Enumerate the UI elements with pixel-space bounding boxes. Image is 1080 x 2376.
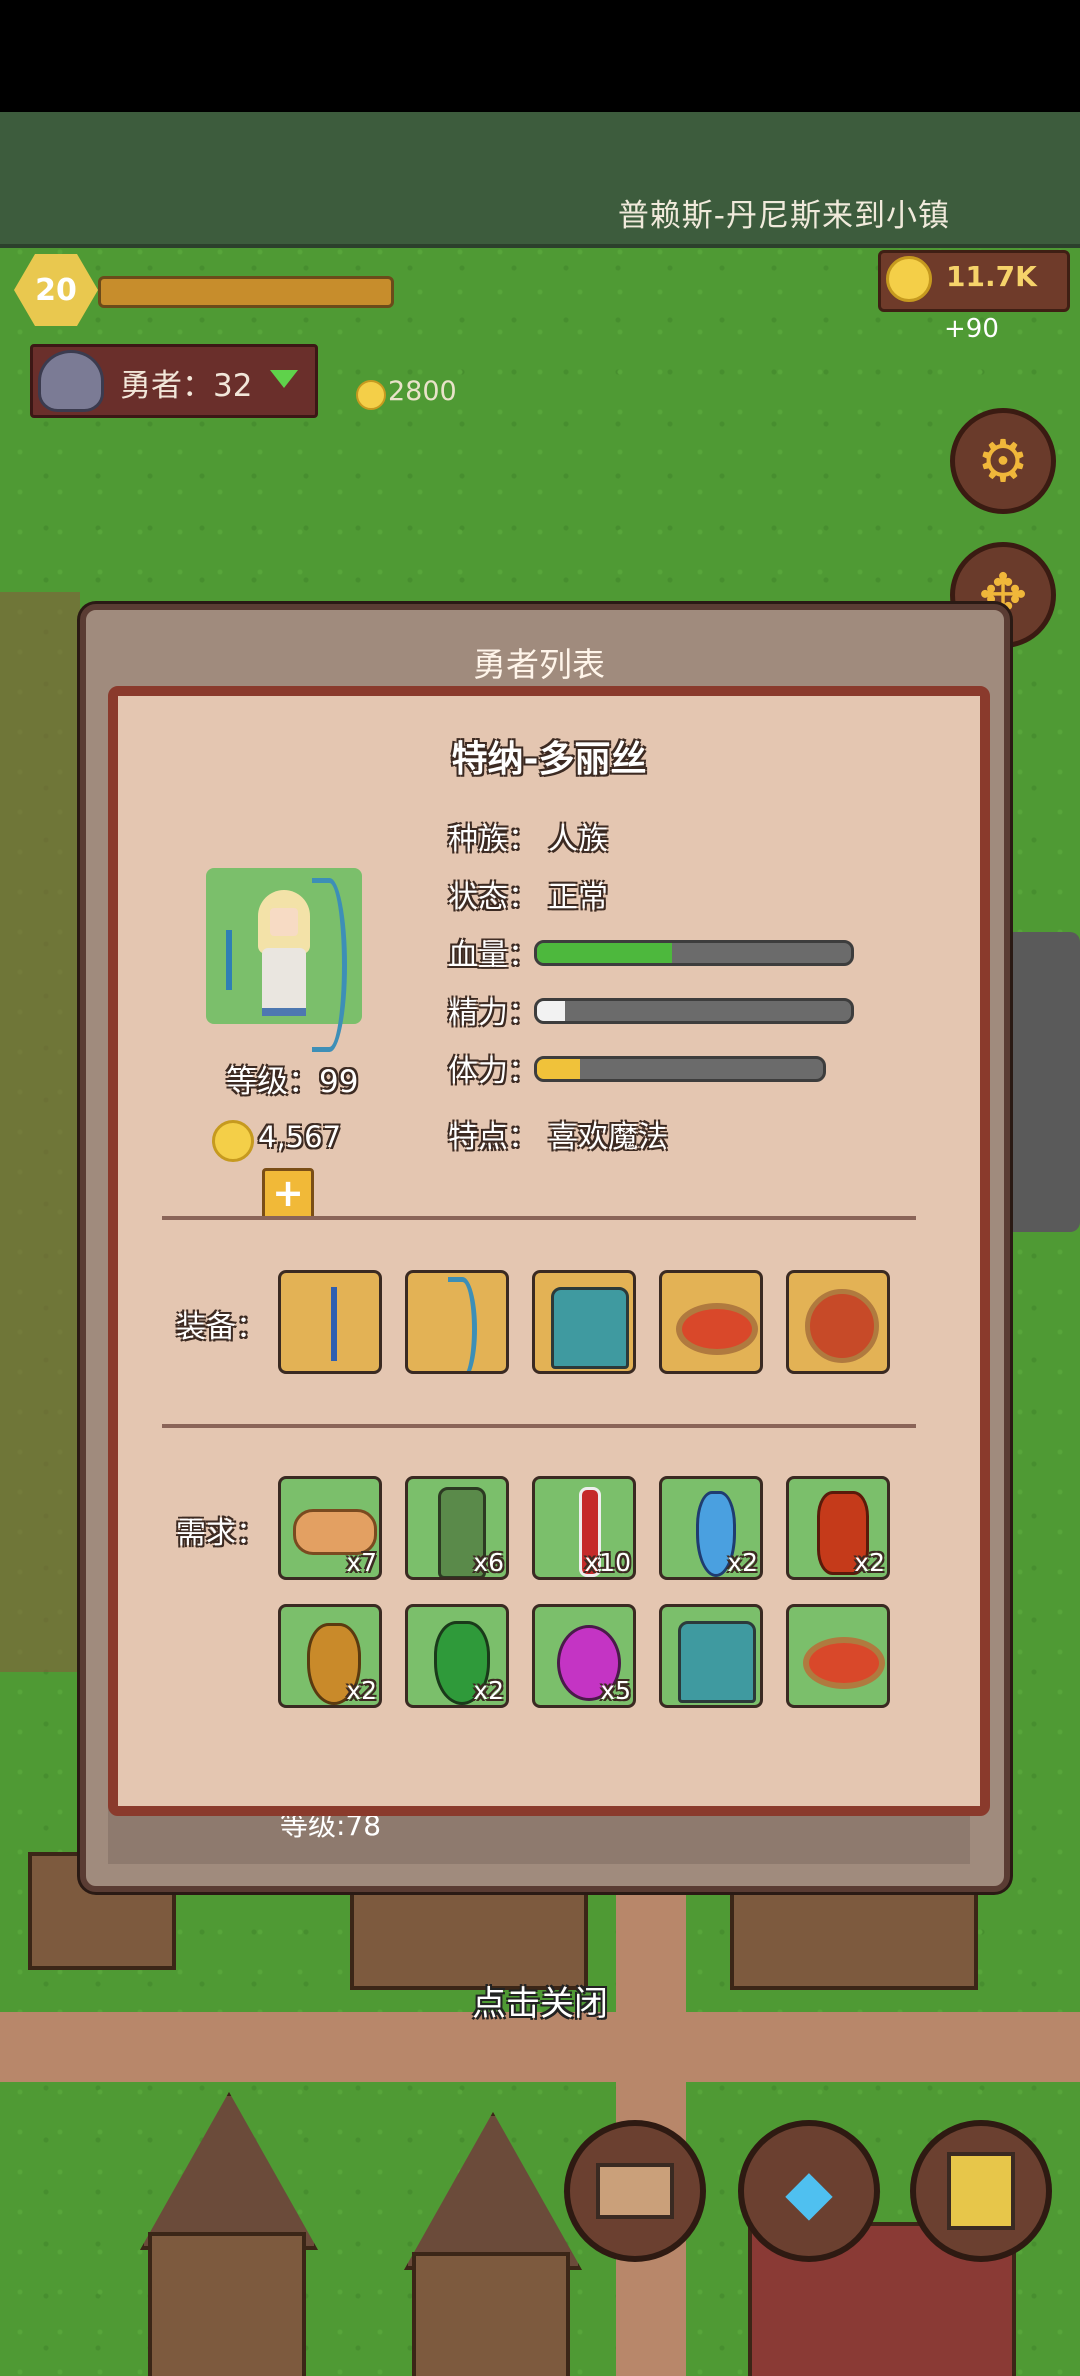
stamina-label: 体力： [448, 1054, 538, 1089]
demand-slot[interactable] [786, 1604, 890, 1708]
status-label: 状态： [448, 880, 538, 915]
arrow-icon [226, 930, 232, 990]
house [412, 2252, 570, 2376]
divider [162, 1216, 916, 1220]
item-quantity: x7 [346, 1548, 377, 1577]
item-quantity: x10 [584, 1548, 631, 1577]
divider [162, 1424, 916, 1428]
bow-icon [312, 878, 347, 1052]
energy-bar-fill [537, 1001, 566, 1021]
equipment-slot[interactable] [278, 1270, 382, 1374]
hero-count-label: 勇者：32 [120, 368, 253, 404]
item-quantity: x2 [346, 1676, 377, 1705]
item-quantity: x2 [854, 1548, 885, 1577]
shop-counter-icon [596, 2163, 674, 2219]
item-quantity: x2 [727, 1548, 758, 1577]
gear-icon: ⚙ [977, 427, 1029, 495]
bow-icon [448, 1277, 477, 1371]
stamina-bar [534, 1056, 826, 1082]
hp-bar-fill [537, 943, 673, 963]
item-quantity: x2 [473, 1676, 504, 1705]
demand-slot[interactable]: x6 [405, 1476, 509, 1580]
coin-icon [356, 380, 386, 410]
equipment-slot[interactable] [659, 1270, 763, 1374]
item-quantity: x5 [600, 1676, 631, 1705]
hero-gold: 4,567 [258, 1120, 342, 1154]
quest-button[interactable] [910, 2120, 1052, 2262]
diamond-icon: ◆ [785, 2154, 833, 2228]
chevron-down-icon[interactable] [270, 370, 298, 388]
coin-icon [886, 256, 932, 302]
news-text: 普赖斯-丹尼斯来到小镇 [617, 198, 950, 234]
demand-slot[interactable] [659, 1604, 763, 1708]
trait-label: 特点： [448, 1120, 538, 1155]
equipment-slot[interactable] [532, 1270, 636, 1374]
race-label: 种族： [448, 822, 538, 857]
coin-amount: 11.7K [946, 260, 1037, 293]
race-value: 人族 [548, 822, 608, 857]
energy-label: 精力： [448, 996, 538, 1031]
coin-icon [212, 1120, 254, 1162]
trait-value: 喜欢魔法 [548, 1120, 668, 1155]
stamina-bar-fill [537, 1059, 580, 1079]
add-gold-button[interactable]: + [262, 1168, 314, 1220]
house-roof [404, 2112, 582, 2270]
farm-field [0, 592, 80, 1672]
chest-armor-icon [551, 1287, 629, 1369]
demand-slot[interactable]: x2 [659, 1476, 763, 1580]
energy-bar [534, 998, 854, 1024]
equipment-slot[interactable] [786, 1270, 890, 1374]
demand-slot[interactable]: x2 [786, 1476, 890, 1580]
ring-icon [803, 1637, 885, 1689]
hp-bar [534, 940, 854, 966]
hp-label: 血量： [448, 938, 538, 973]
close-hint[interactable]: 点击关闭 [0, 1976, 1080, 2025]
house-roof [140, 2092, 318, 2250]
chest-armor-icon [678, 1621, 756, 1703]
gems-button[interactable]: ◆ [738, 2120, 880, 2262]
rock-cluster [1000, 932, 1080, 1232]
equipment-slot[interactable] [405, 1270, 509, 1374]
amulet-icon [805, 1289, 879, 1363]
settings-button[interactable]: ⚙ [950, 408, 1056, 514]
item-quantity: x6 [473, 1548, 504, 1577]
equipment-label: 装备： [176, 1310, 266, 1345]
demand-slot[interactable]: x5 [532, 1604, 636, 1708]
status-value: 正常 [548, 880, 608, 915]
demand-slot[interactable]: x2 [405, 1604, 509, 1708]
scroll-icon [947, 2152, 1015, 2230]
hero-name: 特纳-多丽丝 [451, 739, 647, 780]
demand-slot[interactable]: x10 [532, 1476, 636, 1580]
helmet-icon [38, 350, 104, 412]
demand-slot[interactable]: x7 [278, 1476, 382, 1580]
demand-slot[interactable]: x2 [278, 1604, 382, 1708]
coin-income: +90 [944, 314, 999, 344]
shop-button[interactable] [564, 2120, 706, 2262]
modal-title: 勇者列表 [473, 645, 605, 684]
arrow-icon [331, 1287, 337, 1361]
hero-level: 等级：99 [226, 1064, 359, 1100]
status-bar-area [0, 0, 1080, 112]
hero-cost: 2800 [388, 376, 457, 407]
demand-label: 需求： [176, 1516, 266, 1551]
level-progress-bar [98, 276, 394, 308]
house [148, 2232, 306, 2376]
ring-icon [676, 1303, 758, 1355]
elf-archer-sprite [258, 890, 310, 1016]
